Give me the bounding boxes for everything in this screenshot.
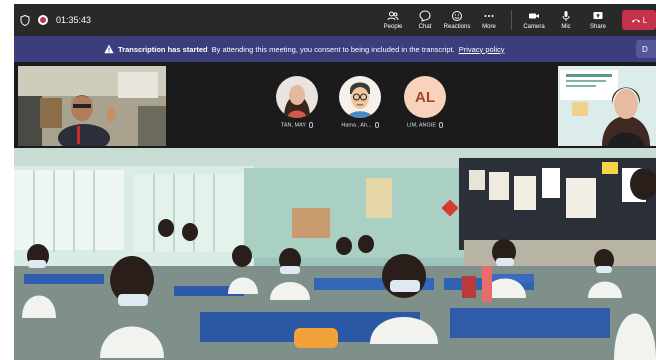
more-button[interactable]: More <box>473 10 505 30</box>
leave-button[interactable]: L <box>622 10 656 30</box>
camera-label: Camera <box>523 24 545 30</box>
share-button[interactable]: Share <box>582 10 614 30</box>
people-label: People <box>383 24 403 30</box>
video-tile-teacher[interactable] <box>18 66 166 146</box>
warning-icon <box>104 44 114 54</box>
camera-button[interactable]: Camera <box>518 10 550 30</box>
avatar <box>276 76 318 118</box>
teams-meeting-window: 01:35:43 People Chat Reactions More Came… <box>14 4 656 360</box>
reactions-label: Reactions <box>443 24 471 30</box>
reactions-button[interactable]: Reactions <box>441 10 473 30</box>
teacher-video-frame <box>18 66 166 146</box>
avatar-initials: AL <box>404 76 446 118</box>
more-label: More <box>482 24 496 30</box>
mic-off-icon <box>309 122 314 128</box>
video-tile-host[interactable] <box>558 66 656 146</box>
participant-lim-angie[interactable]: AL LIM, ANGIE <box>395 76 455 128</box>
avatar-cartoon <box>339 76 381 118</box>
meeting-toolbar: 01:35:43 People Chat Reactions More Came… <box>14 4 656 36</box>
banner-message: By attending this meeting, you consent t… <box>211 44 455 54</box>
mic-label: Mic <box>561 24 571 30</box>
privacy-policy-link[interactable]: Privacy policy <box>459 45 505 54</box>
meeting-timer: 01:35:43 <box>56 15 92 25</box>
leave-label: L <box>642 15 648 25</box>
participant-tan-may[interactable]: TAN, MAY <box>267 76 327 128</box>
toolbar-divider <box>511 10 512 30</box>
record-icon <box>38 15 48 25</box>
chat-label: Chat <box>418 24 432 30</box>
classroom-video-frame <box>14 148 656 360</box>
dismiss-button[interactable]: D <box>636 40 656 58</box>
transcription-banner: Transcription has started By attending t… <box>14 36 656 62</box>
participant-gallery: TAN, MAY Hama , Ah... AL LIM, ANGIE <box>14 62 656 148</box>
phone-icon <box>631 18 640 23</box>
mic-off-icon <box>439 122 444 128</box>
share-label: Share <box>589 24 606 30</box>
participant-name: LIM, ANGIE <box>406 122 437 129</box>
chat-icon <box>419 10 431 22</box>
avatar-photo <box>276 76 318 118</box>
camera-icon <box>529 13 539 19</box>
mic-icon <box>562 11 570 21</box>
main-video-classroom[interactable] <box>14 148 656 360</box>
share-icon <box>593 12 603 19</box>
participant-name: TAN, MAY <box>280 122 307 129</box>
more-icon <box>484 15 494 17</box>
host-video-frame <box>558 66 656 146</box>
shield-icon <box>20 14 30 26</box>
participant-hama[interactable]: Hama , Ah... <box>330 76 390 128</box>
reactions-icon <box>452 11 462 21</box>
people-button[interactable]: People <box>377 10 409 30</box>
mic-off-icon <box>374 122 379 128</box>
banner-title: Transcription has started <box>118 44 208 54</box>
meeting-info: 01:35:43 <box>20 4 91 36</box>
avatar <box>339 76 381 118</box>
toolbar-actions: People Chat Reactions More Camera Mic Sh… <box>377 4 656 36</box>
people-icon <box>387 11 399 21</box>
mic-button[interactable]: Mic <box>550 10 582 30</box>
chat-button[interactable]: Chat <box>409 10 441 30</box>
participant-name: Hama , Ah... <box>341 122 372 129</box>
